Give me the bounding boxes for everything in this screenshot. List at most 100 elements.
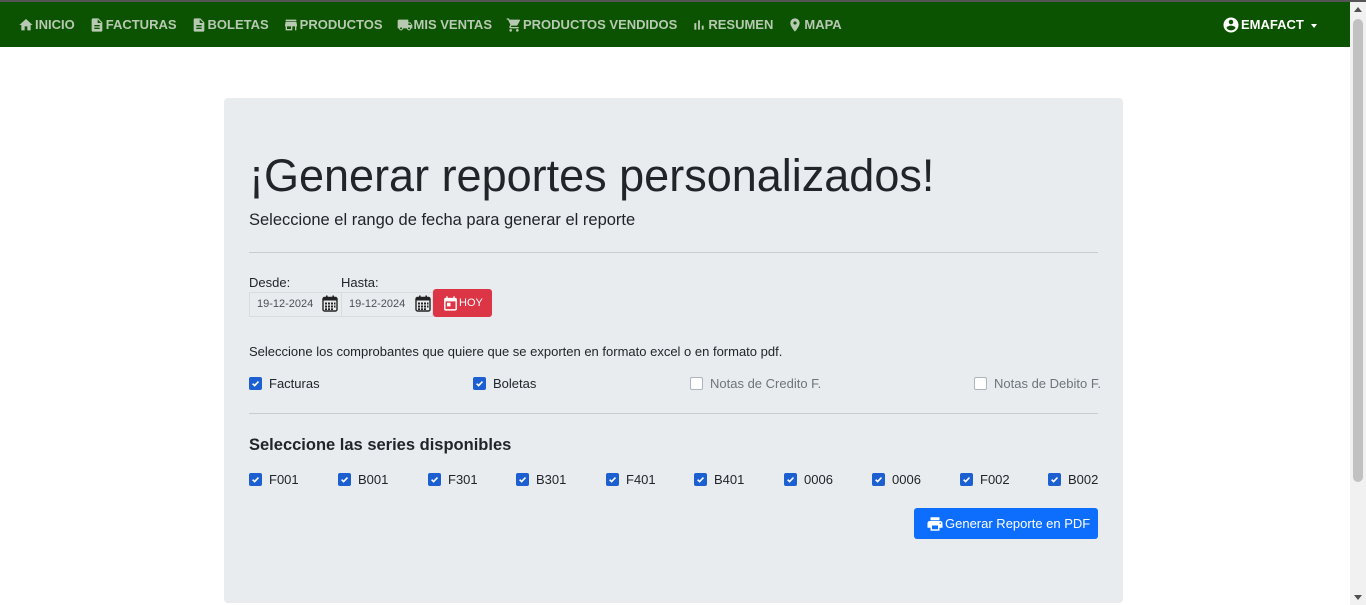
- nav-inicio[interactable]: INICIO: [18, 17, 75, 33]
- checkbox-unchecked[interactable]: [690, 377, 703, 390]
- top-navbar: INICIO FACTURAS BOLETAS PRODUCTOS MIS VE…: [0, 2, 1350, 47]
- generate-pdf-label: Generar Reporte en PDF: [945, 516, 1091, 531]
- checkbox-checked[interactable]: [784, 473, 797, 486]
- checkbox-label: Notas de Credito F.: [710, 376, 822, 391]
- document-icon: [193, 17, 204, 32]
- checkbox-checked[interactable]: [872, 473, 885, 486]
- checkbox-series[interactable]: B002: [1048, 472, 1098, 487]
- calendar-today-icon: [444, 295, 457, 311]
- calendar-icon[interactable]: [322, 295, 338, 312]
- check-icon: [431, 476, 439, 483]
- checkbox-series[interactable]: F301: [428, 472, 478, 487]
- nav-label: INICIO: [35, 17, 75, 32]
- checkbox-series[interactable]: B401: [694, 472, 744, 487]
- nav-mis-ventas[interactable]: MIS VENTAS: [397, 17, 493, 33]
- scroll-down-arrow-icon[interactable]: [1354, 595, 1362, 600]
- to-date-label: Hasta:: [341, 275, 379, 290]
- checkbox-label: Boletas: [493, 376, 537, 391]
- check-icon: [875, 476, 883, 483]
- checkbox-series[interactable]: 0006: [784, 472, 833, 487]
- check-icon: [476, 380, 484, 387]
- checkbox-label: Facturas: [269, 376, 320, 391]
- checkbox-label: F002: [980, 472, 1010, 487]
- nav-resumen[interactable]: RESUMEN: [691, 17, 773, 33]
- today-button-label: HOY: [459, 297, 483, 309]
- checkbox-unchecked[interactable]: [974, 377, 987, 390]
- checkbox-checked[interactable]: [960, 473, 973, 486]
- checkbox-label: B001: [358, 472, 389, 487]
- checkbox-series[interactable]: B301: [516, 472, 566, 487]
- checkbox-series[interactable]: 0006: [872, 472, 921, 487]
- check-icon: [1051, 476, 1059, 483]
- check-icon: [697, 476, 705, 483]
- checkbox-label: B002: [1068, 472, 1099, 487]
- from-date-label: Desde:: [249, 275, 291, 290]
- check-icon: [252, 380, 260, 387]
- today-button[interactable]: HOY: [433, 289, 492, 317]
- scrollbar-thumb[interactable]: [1353, 19, 1363, 482]
- checkbox-series[interactable]: F002: [960, 472, 1010, 487]
- document-icon: [91, 17, 103, 32]
- check-icon: [609, 476, 617, 483]
- user-menu-dropdown[interactable]: EMAFACT: [1222, 2, 1317, 47]
- checkbox-label: Notas de Debito F.: [994, 376, 1101, 391]
- checkbox-notas-debito[interactable]: Notas de Debito F.: [974, 376, 1101, 391]
- checkbox-checked[interactable]: [249, 473, 262, 486]
- nav-boletas[interactable]: BOLETAS: [191, 17, 269, 33]
- printer-icon: [927, 516, 943, 531]
- check-icon: [963, 476, 971, 483]
- bar-chart-icon: [694, 19, 705, 30]
- checkbox-boletas[interactable]: Boletas: [473, 376, 536, 391]
- nav-label: BOLETAS: [207, 17, 269, 32]
- series-title: Seleccione las series disponibles: [249, 436, 512, 454]
- scroll-up-arrow-icon[interactable]: [1354, 7, 1362, 12]
- checkbox-series[interactable]: F401: [606, 472, 656, 487]
- report-panel: ¡Generar reportes personalizados! Selecc…: [224, 98, 1123, 603]
- checkbox-checked[interactable]: [249, 377, 262, 390]
- nav-facturas[interactable]: FACTURAS: [89, 17, 177, 33]
- calendar-icon[interactable]: [415, 295, 431, 312]
- nav-label: PRODUCTOS: [299, 17, 383, 32]
- checkbox-checked[interactable]: [606, 473, 619, 486]
- account-circle-icon: [1223, 17, 1239, 32]
- divider: [249, 252, 1098, 253]
- nav-mapa[interactable]: MAPA: [787, 17, 842, 33]
- store-icon: [284, 19, 297, 30]
- checkbox-checked[interactable]: [1048, 473, 1061, 486]
- check-icon: [519, 476, 527, 483]
- checkbox-checked[interactable]: [694, 473, 707, 486]
- page-title: ¡Generar reportes personalizados!: [249, 150, 935, 201]
- checkbox-label: F001: [269, 472, 299, 487]
- nav-productos-vendidos[interactable]: PRODUCTOS VENDIDOS: [506, 17, 677, 33]
- checkbox-label: B401: [714, 472, 745, 487]
- check-icon: [341, 476, 349, 483]
- checkbox-series[interactable]: F001: [249, 472, 299, 487]
- nav-label: MIS VENTAS: [413, 17, 493, 32]
- nav-label: FACTURAS: [105, 17, 177, 32]
- nav-productos[interactable]: PRODUCTOS: [283, 17, 383, 33]
- checkbox-facturas[interactable]: Facturas: [249, 376, 320, 391]
- page-scrollbar[interactable]: [1350, 2, 1366, 605]
- map-pin-icon: [790, 17, 801, 32]
- nav-label: RESUMEN: [708, 17, 774, 32]
- cart-icon: [506, 17, 521, 32]
- checkbox-checked[interactable]: [428, 473, 441, 486]
- checkbox-series[interactable]: B001: [338, 472, 388, 487]
- checkbox-checked[interactable]: [338, 473, 351, 486]
- checkbox-label: F301: [448, 472, 478, 487]
- checkbox-checked[interactable]: [473, 377, 486, 390]
- nav-label: PRODUCTOS VENDIDOS: [523, 17, 678, 32]
- check-icon: [252, 476, 260, 483]
- checkbox-label: B301: [536, 472, 567, 487]
- checkbox-notas-credito[interactable]: Notas de Credito F.: [690, 376, 821, 391]
- check-icon: [787, 476, 795, 483]
- checkbox-label: F401: [626, 472, 656, 487]
- types-prompt: Seleccione los comprobantes que quiere q…: [249, 344, 783, 359]
- caret-down-icon: [1310, 23, 1317, 28]
- user-name: EMAFACT: [1241, 17, 1304, 32]
- checkbox-checked[interactable]: [516, 473, 529, 486]
- divider: [249, 413, 1098, 414]
- generate-pdf-button[interactable]: Generar Reporte en PDF: [914, 508, 1098, 539]
- nav-label: MAPA: [804, 17, 842, 32]
- truck-icon: [397, 19, 412, 30]
